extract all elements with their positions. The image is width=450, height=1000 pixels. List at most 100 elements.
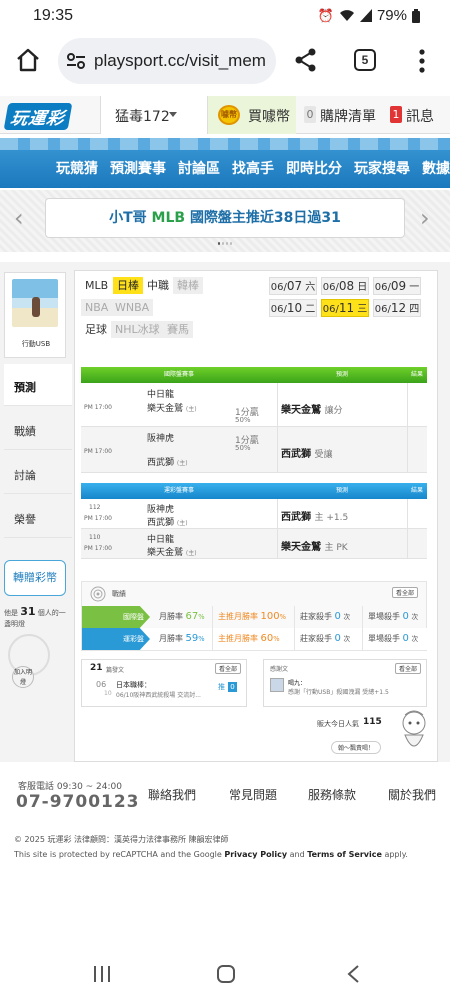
banner-headline[interactable]: 小T哥 MLB 國際盤主推近38日過31 xyxy=(45,198,405,238)
recaptcha-notice: This site is protected by reCAPTCHA and … xyxy=(14,850,408,859)
copyright: © 2025 玩運彩 法律顧問：漢英得力法律事務所 陳韻宏律師 xyxy=(14,835,229,844)
profile-card: 行動USB xyxy=(4,272,66,358)
month-win-rate: 月勝率 67% xyxy=(159,611,205,622)
side-tab-record[interactable]: 戰績 xyxy=(4,408,72,450)
league-npb[interactable]: 日棒 xyxy=(113,277,143,294)
nav-item-predict[interactable]: 預測賽事 xyxy=(110,158,166,178)
intl-table-header: 國際盤賽事 預測 結果 xyxy=(81,367,427,383)
terms-link[interactable]: Terms of Service xyxy=(307,850,382,859)
footer-link-faq[interactable]: 常見問題 xyxy=(229,786,277,803)
home-nav-icon[interactable] xyxy=(216,964,236,984)
thanks-text[interactable]: 感謝「行動USB」殺國洩漏 受總+1.5 xyxy=(288,687,389,696)
league-soccer[interactable]: 足球 xyxy=(81,321,111,338)
main-month-win-rate: 主推月勝率 60% xyxy=(212,628,280,650)
mascot-icon xyxy=(402,710,426,747)
username: 猛毒172 xyxy=(115,109,170,125)
nav-item-forum[interactable]: 討論區 xyxy=(178,158,220,178)
praise-text: 他是 31 個人的一盞明燈 xyxy=(4,605,66,628)
single-killer: 單場殺手 0 次 xyxy=(362,606,418,628)
add-lightbulb-button[interactable]: 加入明燈 xyxy=(12,666,34,688)
league-wnba: WNBA xyxy=(111,299,154,316)
posts-box: 21 篇發文 看全部 06 10 日本職棒： 06/10阪神西武統殺場 交流討.… xyxy=(81,659,247,707)
league-nba: NBA xyxy=(81,299,113,316)
record-title: 戰績 xyxy=(112,590,126,598)
battery-text: 79% xyxy=(376,7,407,24)
profile-name: 行動USB xyxy=(21,340,51,348)
tab-switcher-button[interactable]: 5 xyxy=(354,49,376,71)
alarm-icon: ⏰ xyxy=(317,7,334,23)
nav-item-player-search[interactable]: 玩家搜尋 xyxy=(354,158,410,178)
nav-item-quiz[interactable]: 玩競猜 xyxy=(56,158,98,178)
nav-item-experts[interactable]: 找高手 xyxy=(232,158,274,178)
reply-count-badge: 0 xyxy=(228,682,237,692)
message-count-badge: 1 xyxy=(390,106,402,123)
table-row: 110 PM 17:00 中日龍 樂天金鷲 (主) 樂天金鷲 主 PK xyxy=(81,529,427,559)
promo-banner: ‹ 小T哥 MLB 國際盤主推近38日過31 › xyxy=(0,190,450,252)
date-0610[interactable]: 06/10 二 xyxy=(269,299,317,317)
carousel-dots xyxy=(218,242,232,246)
side-tab-discuss[interactable]: 討論 xyxy=(4,452,72,494)
site-settings-icon[interactable] xyxy=(66,52,86,70)
month-win-rate: 月勝率 59% xyxy=(159,633,205,644)
side-tab-honor[interactable]: 榮譽 xyxy=(4,496,72,538)
intl-predictions-table: 國際盤賽事 預測 結果 PM 17:00 中日龍 樂天金鷲 (主) 1分贏 50… xyxy=(81,367,427,473)
table-row: 112 PM 17:00 阪神虎 西武獅 (主) 西武獅 主 +1.5 xyxy=(81,499,427,529)
url-text[interactable]: playsport.cc/visit_mem xyxy=(94,51,272,71)
lightbulb-icon: 加入明燈 xyxy=(8,634,50,688)
mascot-bubble: 翰～飄責喝！ xyxy=(331,741,382,754)
footer-link-terms[interactable]: 服務條款 xyxy=(308,786,356,803)
record-row-local: 運彩盤 月勝率 59% 主推月勝率 60% 莊家殺手 0 次 單場殺手 0 次 xyxy=(82,628,428,650)
see-all-record-button[interactable]: 看全部 xyxy=(391,587,418,598)
nav-item-livescore[interactable]: 即時比分 xyxy=(286,158,342,178)
side-tab-predict[interactable]: 預測 xyxy=(4,364,72,406)
record-summary: 戰績 看全部 國際盤 月勝率 67% 主推月勝率 100% 莊家殺手 0 次 單… xyxy=(81,581,428,651)
support-phone[interactable]: 07-9700123 xyxy=(16,792,140,812)
nav-item-data[interactable]: 數據 xyxy=(422,158,450,178)
coin-icon: 噱幣 xyxy=(218,105,240,125)
signal-icon xyxy=(359,9,372,22)
post-excerpt[interactable]: 06/10阪神西武統殺場 交流討... xyxy=(116,690,201,699)
address-bar[interactable]: playsport.cc/visit_mem xyxy=(58,38,276,84)
share-icon[interactable] xyxy=(292,46,320,74)
target-icon xyxy=(90,586,106,602)
date-0609[interactable]: 06/09 一 xyxy=(373,277,421,295)
buy-coins-button[interactable]: 噱幣 買噱幣 xyxy=(208,96,296,134)
streak-killer: 莊家殺手 0 次 xyxy=(294,606,350,628)
footer-link-contact[interactable]: 聯絡我們 xyxy=(148,786,196,803)
league-horse: 賽馬 xyxy=(163,321,193,338)
league-kbo: 韓棒 xyxy=(173,277,203,294)
gift-coins-button[interactable]: 轉贈彩幣 xyxy=(4,560,66,596)
site-footer: 客服電話 09:30 ~ 24:00 07-9700123 聯絡我們 常見問題 … xyxy=(0,770,450,890)
chevron-right-icon[interactable]: › xyxy=(420,204,430,232)
more-menu-icon[interactable] xyxy=(418,48,426,74)
date-0608[interactable]: 06/08 日 xyxy=(321,277,369,295)
user-menu[interactable]: 猛毒172 xyxy=(100,96,208,134)
footer-link-about[interactable]: 關於我們 xyxy=(388,786,436,803)
privacy-link[interactable]: Privacy Policy xyxy=(224,850,287,859)
league-mlb[interactable]: MLB xyxy=(81,277,112,294)
post-title[interactable]: 日本職棒： xyxy=(116,680,151,690)
see-all-posts-button[interactable]: 看全部 xyxy=(214,663,241,674)
nav-decoration xyxy=(0,138,450,150)
support-hours: 客服電話 09:30 ~ 24:00 xyxy=(18,782,122,792)
date-0612[interactable]: 06/12 四 xyxy=(373,299,421,317)
date-0611[interactable]: 06/11 三 xyxy=(321,299,369,317)
post-count: 21 xyxy=(90,663,103,673)
messages-label: 訊息 xyxy=(406,109,434,125)
pick-selection: 樂天金鷲 主 PK xyxy=(281,542,348,553)
league-cpbl[interactable]: 中職 xyxy=(143,277,173,294)
back-icon[interactable] xyxy=(346,964,360,984)
popularity-count: 115 xyxy=(363,717,382,727)
chevron-left-icon[interactable]: ‹ xyxy=(14,204,24,232)
status-bar: 19:35 ⏰ 79% xyxy=(0,0,450,34)
purchase-list-button[interactable]: 0 購牌清單 xyxy=(300,96,380,134)
see-all-thanks-button[interactable]: 看全部 xyxy=(394,663,421,674)
site-logo[interactable]: 玩運彩 xyxy=(3,103,73,130)
messages-button[interactable]: 1 訊息 xyxy=(384,96,450,134)
date-0607[interactable]: 06/07 六 xyxy=(269,277,317,295)
avatar xyxy=(12,279,58,327)
chevron-down-icon xyxy=(169,112,177,117)
record-row-intl: 國際盤 月勝率 67% 主推月勝率 100% 莊家殺手 0 次 單場殺手 0 次 xyxy=(82,606,428,628)
recent-apps-icon[interactable] xyxy=(92,965,112,983)
home-icon[interactable] xyxy=(14,46,42,74)
